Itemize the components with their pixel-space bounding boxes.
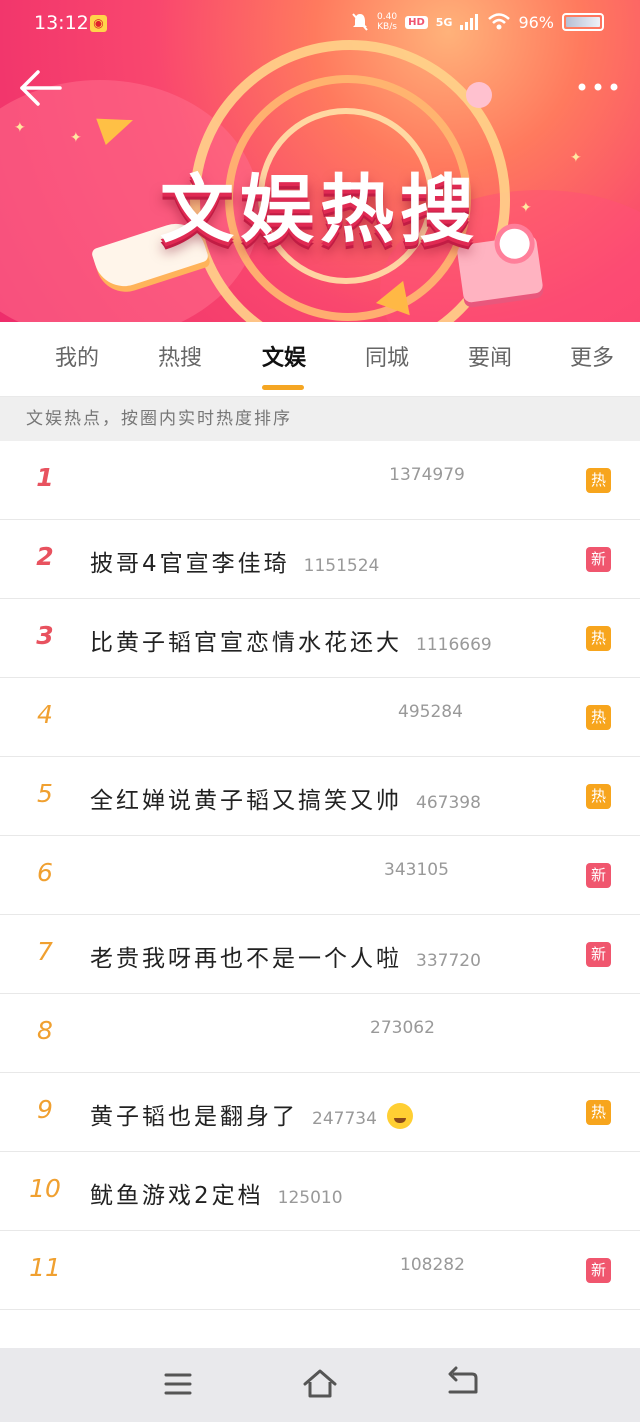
new-badge: 新 — [586, 863, 611, 888]
banner-title: 文娱热搜 — [160, 167, 480, 253]
item-heat-count: 1374979 — [389, 465, 465, 485]
hd-badge: HD — [405, 15, 428, 29]
item-heat-count: 108282 — [400, 1255, 465, 1275]
sparkle-icon: ✦ — [14, 120, 26, 136]
item-title: 全红婵说黄子韬又搞笑又帅 — [90, 788, 402, 814]
tab-news[interactable]: 要闻 — [450, 340, 530, 372]
item-heat-count: 125010 — [277, 1188, 343, 1208]
menu-button[interactable] — [158, 1366, 198, 1402]
new-badge: 新 — [586, 547, 611, 572]
item-title: 披哥4官宣李佳琦 — [90, 551, 290, 577]
wifi-icon — [488, 13, 511, 30]
network-speed: 0.40 KB/s — [377, 12, 397, 32]
list-item[interactable]: 10 鱿鱼游戏2定档 125010 — [0, 1152, 640, 1231]
system-back-button[interactable] — [442, 1366, 482, 1402]
rank-number: 6 — [37, 858, 53, 887]
home-button[interactable] — [300, 1366, 340, 1402]
status-bar: 13:12 ◉ 0.40 KB/s HD 5G 96% — [0, 0, 640, 48]
more-dots-icon — [578, 83, 618, 91]
item-heat-count: 247734 — [312, 1109, 377, 1129]
list-item[interactable]: 2 披哥4官宣李佳琦 1151524 新 — [0, 520, 640, 599]
tab-mine[interactable]: 我的 — [37, 340, 117, 372]
more-button[interactable] — [576, 74, 620, 100]
item-title: 老贵我呀再也不是一个人啦 — [90, 946, 402, 972]
rank-number: 11 — [29, 1253, 61, 1282]
status-time: 13:12 — [34, 12, 89, 34]
item-heat-count: 1151524 — [303, 556, 380, 576]
laughing-tears-emoji-icon — [386, 1103, 413, 1129]
sparkle-icon: ✦ — [70, 130, 82, 146]
category-tabs: 我的 热搜 文娱 同城 要闻 更多 — [0, 322, 640, 397]
signal-icon — [460, 14, 479, 30]
list-item[interactable]: 3 比黄子韬官宣恋情水花还大 1116669 热 — [0, 599, 640, 678]
hot-badge: 热 — [586, 626, 611, 651]
menu-icon — [164, 1373, 192, 1395]
back-icon — [448, 1366, 478, 1394]
item-heat-count: 273062 — [370, 1018, 435, 1038]
rank-number: 10 — [29, 1174, 61, 1203]
tab-more[interactable]: 更多 — [552, 340, 632, 372]
hot-badge: 热 — [586, 1100, 611, 1125]
rank-number: 4 — [37, 700, 53, 729]
battery-icon — [562, 13, 604, 31]
new-badge: 新 — [586, 1258, 611, 1283]
tab-entertainment[interactable]: 文娱 — [244, 340, 324, 372]
list-description: 文娱热点，按圈内实时热度排序 — [0, 397, 640, 441]
list-item[interactable]: 7 老贵我呀再也不是一个人啦 337720 新 — [0, 915, 640, 994]
item-heat-count: 467398 — [416, 793, 481, 813]
network-speed-value: 0.40 — [377, 12, 398, 22]
item-heat-count: 337720 — [416, 951, 481, 971]
hot-badge: 热 — [586, 784, 611, 809]
list-item[interactable]: 8 273062 — [0, 994, 640, 1073]
hot-badge: 热 — [586, 468, 611, 493]
item-title: 鱿鱼游戏2定档 — [90, 1183, 264, 1209]
item-heat-count: 343105 — [384, 860, 449, 880]
rank-number: 1 — [36, 463, 54, 492]
list-item[interactable]: 6 343105 新 — [0, 836, 640, 915]
bell-muted-icon — [352, 13, 368, 31]
planet-icon — [466, 82, 492, 108]
arrow-left-icon — [20, 70, 62, 106]
hot-search-list: 1 1374979 热 2 披哥4官宣李佳琦 1151524 新 3 比黄子韬官… — [0, 441, 640, 1310]
back-button[interactable] — [18, 66, 64, 110]
list-item[interactable]: 4 495284 热 — [0, 678, 640, 757]
header-banner: ✦ ✦ ✦ ✦ 文娱热搜 13:12 ◉ 0.40 KB/s HD 5G 96% — [0, 0, 640, 322]
battery-percent: 96% — [518, 12, 554, 32]
weibo-icon: ◉ — [90, 15, 107, 32]
list-item[interactable]: 9 黄子韬也是翻身了 247734 热 — [0, 1073, 640, 1152]
item-title: 比黄子韬官宣恋情水花还大 — [90, 630, 402, 656]
rank-number: 2 — [36, 542, 54, 571]
rank-number: 8 — [37, 1016, 53, 1045]
rank-number: 7 — [37, 937, 53, 966]
active-tab-indicator — [262, 385, 304, 390]
item-heat-count: 1116669 — [416, 635, 492, 655]
signal-label: 5G — [435, 15, 453, 29]
list-item[interactable]: 5 全红婵说黄子韬又搞笑又帅 467398 热 — [0, 757, 640, 836]
item-heat-count: 495284 — [398, 702, 463, 722]
rank-number: 3 — [36, 621, 54, 650]
tab-local[interactable]: 同城 — [347, 340, 427, 372]
list-item[interactable]: 11 108282 新 — [0, 1231, 640, 1310]
home-icon — [303, 1369, 337, 1398]
rank-number: 5 — [37, 779, 53, 808]
tab-hot-search[interactable]: 热搜 — [140, 340, 220, 372]
new-badge: 新 — [586, 942, 611, 967]
list-item[interactable]: 1 1374979 热 — [0, 441, 640, 520]
item-title: 黄子韬也是翻身了 — [90, 1104, 298, 1130]
system-nav-bar — [0, 1348, 640, 1422]
rank-number: 9 — [37, 1095, 53, 1124]
hot-badge: 热 — [586, 705, 611, 730]
network-speed-unit: KB/s — [377, 22, 397, 32]
